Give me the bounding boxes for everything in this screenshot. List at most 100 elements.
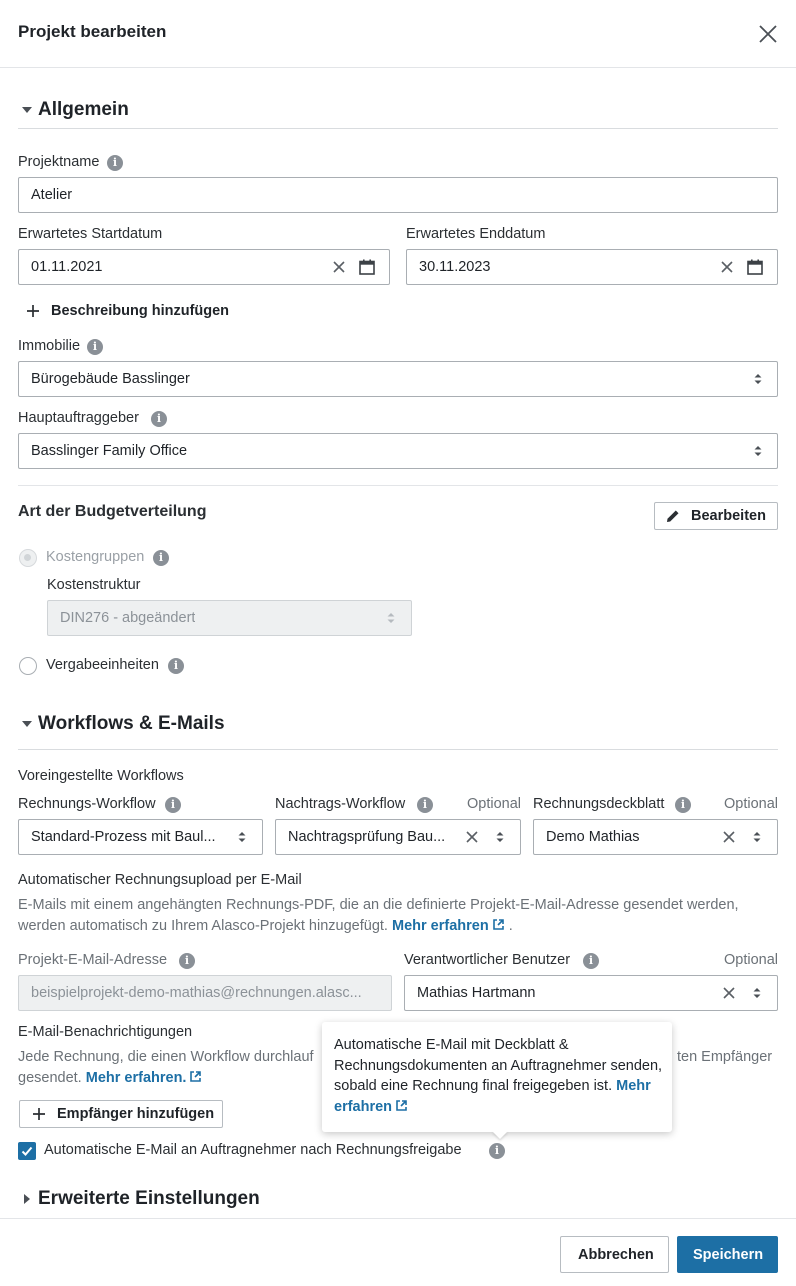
clear-icon[interactable] — [464, 829, 480, 845]
info-icon[interactable]: i — [417, 797, 433, 813]
notifications-text-1b: ten Empfänger — [677, 1049, 773, 1065]
property-value: Bürogebäude Basslinger — [31, 371, 190, 387]
award-units-label: Vergabeeinheiten — [46, 657, 159, 673]
tooltip: Automatische E-Mail mit Deckblatt & Rech… — [322, 1022, 672, 1139]
pencil-icon — [667, 510, 679, 522]
plus-icon — [27, 305, 39, 317]
invoice-workflow-label: Rechnungs-Workflow — [18, 796, 156, 812]
tooltip-arrow — [492, 1131, 508, 1139]
info-icon[interactable]: i — [165, 797, 181, 813]
info-icon[interactable]: i — [179, 953, 195, 969]
cover-sheet-select[interactable]: Demo Mathias — [533, 819, 778, 855]
responsible-user-label: Verantwortlicher Benutzer — [404, 952, 571, 968]
sort-icon — [753, 988, 761, 998]
sort-icon — [387, 613, 395, 623]
external-link-icon — [492, 919, 504, 930]
learn-more-label: Mehr erfahren — [391, 918, 489, 934]
auto-upload-text-1: E-Mails mit einem angehängten Rechnungs-… — [18, 897, 739, 913]
property-label: Immobilie — [18, 338, 81, 354]
calendar-icon[interactable] — [358, 258, 376, 276]
info-icon[interactable]: i — [168, 658, 184, 674]
sort-icon — [754, 374, 762, 384]
supplement-workflow-value: Nachtragsprüfung Bau... — [288, 829, 446, 845]
info-icon[interactable]: i — [153, 550, 169, 566]
section-title: Allgemein — [38, 99, 129, 120]
close-icon[interactable] — [754, 20, 782, 48]
auto-upload-title: Automatischer Rechnungsupload per E-Mail — [18, 872, 302, 888]
info-icon[interactable]: i — [489, 1143, 505, 1159]
end-date-label: Erwartetes Enddatum — [406, 226, 546, 242]
cost-groups-label: Kostengruppen — [46, 549, 145, 565]
client-value: Basslinger Family Office — [31, 443, 188, 459]
caret-right-icon — [24, 1194, 30, 1204]
responsible-user-select[interactable]: Mathias Hartmann — [404, 975, 778, 1011]
sort-icon — [754, 446, 762, 456]
clear-icon[interactable] — [331, 259, 347, 275]
supplement-workflow-label: Nachtrags-Workflow — [275, 796, 406, 812]
sort-icon — [496, 832, 504, 842]
section-title: Workflows & E-Mails — [38, 713, 225, 734]
section-workflows[interactable]: Workflows & E-Mails — [18, 709, 778, 750]
plus-icon — [33, 1108, 45, 1120]
cost-structure-label: Kostenstruktur — [47, 577, 141, 593]
end-date-input[interactable]: 30.11.2023 — [406, 249, 778, 285]
tooltip-text-block: Automatische E-Mail mit Deckblatt & Rech… — [334, 1035, 664, 1117]
info-icon[interactable]: i — [675, 797, 691, 813]
invoice-workflow-select[interactable]: Standard-Prozess mit Baul... — [18, 819, 263, 855]
client-select[interactable]: Basslinger Family Office — [18, 433, 778, 469]
dialog-title: Projekt bearbeiten — [18, 22, 167, 41]
add-recipient-label: Empfänger hinzufügen — [57, 1106, 215, 1122]
project-email-input: beispielprojekt-demo-mathias@rechnungen.… — [18, 975, 392, 1011]
supplement-workflow-select[interactable]: Nachtragsprüfung Bau... — [275, 819, 521, 855]
info-icon[interactable]: i — [107, 155, 123, 171]
section-title: Erweiterte Einstellungen — [38, 1188, 260, 1209]
optional-label: Optional — [723, 952, 778, 968]
responsible-user-value: Mathias Hartmann — [417, 985, 536, 1001]
caret-down-icon — [22, 721, 32, 727]
info-icon[interactable]: i — [87, 339, 103, 355]
external-link-icon — [190, 1071, 202, 1082]
auto-email-checkbox[interactable] — [18, 1142, 36, 1160]
project-email-label: Projekt-E-Mail-Adresse — [18, 952, 168, 968]
optional-label: Optional — [723, 796, 778, 812]
radio-cost-groups[interactable] — [19, 549, 37, 567]
cover-sheet-label: Rechnungsdeckblatt — [533, 796, 665, 812]
notifications-title: E-Mail-Benachrichtigungen — [18, 1024, 193, 1040]
add-description-button[interactable]: Beschreibung hinzufügen — [26, 302, 236, 322]
cancel-button[interactable]: Abbrechen — [560, 1236, 669, 1273]
divider — [18, 485, 778, 486]
auto-email-label: Automatische E-Mail an Auftragnehmer nac… — [44, 1142, 462, 1158]
cover-sheet-value: Demo Mathias — [546, 829, 640, 845]
sort-icon — [238, 832, 246, 842]
add-recipient-button[interactable]: Empfänger hinzufügen — [19, 1100, 223, 1128]
section-allgemein[interactable]: Allgemein — [18, 95, 778, 129]
end-date-value: 30.11.2023 — [419, 259, 491, 275]
clear-icon[interactable] — [721, 985, 737, 1001]
learn-more-link[interactable]: Mehr erfahren — [392, 918, 505, 934]
info-icon[interactable]: i — [151, 411, 167, 427]
auto-upload-description: E-Mails mit einem angehängten Rechnungs-… — [18, 895, 788, 937]
cancel-label: Abbrechen — [578, 1247, 654, 1263]
info-icon[interactable]: i — [583, 953, 599, 969]
learn-more-link[interactable]: Mehr erfahren. — [86, 1070, 203, 1086]
dialog-footer: Abbrechen Speichern — [0, 1218, 796, 1286]
radio-award-units[interactable] — [19, 657, 37, 675]
project-name-input[interactable]: Atelier — [18, 177, 778, 213]
optional-label: Optional — [466, 796, 521, 812]
section-advanced[interactable]: Erweiterte Einstellungen — [18, 1184, 778, 1218]
edit-budget-button[interactable]: Bearbeiten — [654, 502, 778, 530]
cost-structure-value: DIN276 - abgeändert — [60, 610, 196, 626]
budget-title: Art der Budgetverteilung — [18, 503, 207, 520]
property-select[interactable]: Bürogebäude Basslinger — [18, 361, 778, 397]
clear-icon[interactable] — [721, 829, 737, 845]
tooltip-text: Automatische E-Mail mit Deckblatt & Rech… — [334, 1037, 663, 1094]
invoice-workflow-value: Standard-Prozess mit Baul... — [31, 829, 216, 845]
caret-down-icon — [22, 107, 32, 113]
clear-icon[interactable] — [719, 259, 735, 275]
project-name-value: Atelier — [31, 187, 73, 203]
calendar-icon[interactable] — [746, 258, 764, 276]
save-button[interactable]: Speichern — [677, 1236, 778, 1273]
dialog-header: Projekt bearbeiten — [0, 0, 796, 68]
check-icon — [21, 1146, 33, 1156]
start-date-input[interactable]: 01.11.2021 — [18, 249, 390, 285]
